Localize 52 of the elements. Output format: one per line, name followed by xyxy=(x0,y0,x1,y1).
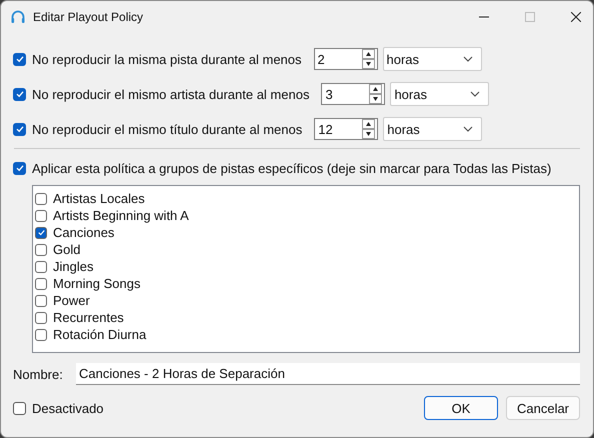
checkbox[interactable] xyxy=(13,122,26,136)
ok-button[interactable]: OK xyxy=(424,396,498,420)
headphones-icon xyxy=(10,8,26,24)
group-label[interactable]: Jingles xyxy=(53,259,94,274)
spin-arrows-icon[interactable] xyxy=(362,119,376,139)
spin-arrows-icon[interactable] xyxy=(369,84,382,104)
group-label[interactable]: Artistas Locales xyxy=(53,191,145,206)
group-label[interactable]: Gold xyxy=(53,242,80,257)
checkbox[interactable] xyxy=(35,294,47,306)
window-title: Editar Playout Policy xyxy=(33,10,144,24)
number-spinner[interactable]: 3 xyxy=(321,83,386,105)
number-spinner[interactable]: 2 xyxy=(314,48,378,70)
checkbox[interactable] xyxy=(35,328,47,340)
close-icon[interactable] xyxy=(571,12,581,22)
cancel-button[interactable]: Cancelar xyxy=(506,396,580,420)
checkbox[interactable] xyxy=(35,312,47,324)
checkbox[interactable] xyxy=(35,260,47,272)
checkbox[interactable] xyxy=(35,244,47,256)
rule-label: No reproducir el mismo título durante al menos xyxy=(32,122,302,136)
apply-label: Aplicar esta política a grupos de pistas específicos (deje sin marcar para Todas las Pistas) xyxy=(32,160,552,176)
chevron-down-icon xyxy=(463,126,474,132)
check-icon xyxy=(14,163,24,173)
name-label: Nombre: xyxy=(13,366,64,382)
group-label[interactable]: Artists Beginning with A xyxy=(53,208,189,223)
group-label[interactable]: Power xyxy=(53,293,90,308)
check-icon xyxy=(14,124,24,134)
check-icon xyxy=(14,54,24,64)
check-icon xyxy=(36,228,46,237)
group-label[interactable]: Recurrentes xyxy=(53,310,124,325)
checkbox[interactable] xyxy=(35,210,47,222)
disabled-label: Desactivado xyxy=(32,400,104,416)
group-label[interactable]: Canciones xyxy=(53,225,114,240)
unit-dropdown[interactable]: horas xyxy=(382,47,482,71)
checkbox[interactable] xyxy=(13,162,26,174)
group-label[interactable]: Rotación Diurna xyxy=(53,327,146,342)
spin-arrows-icon[interactable] xyxy=(362,49,375,69)
name-field[interactable]: Canciones - 2 Horas de Separación xyxy=(76,363,580,385)
checkbox[interactable] xyxy=(13,88,26,100)
group-label[interactable]: Morning Songs xyxy=(53,276,140,291)
check-icon xyxy=(14,89,24,99)
checkbox[interactable] xyxy=(35,192,47,204)
checkbox[interactable] xyxy=(35,226,47,238)
number-spinner[interactable]: 12 xyxy=(314,118,378,140)
checkbox[interactable] xyxy=(13,52,26,66)
unit-dropdown[interactable]: horas xyxy=(383,117,482,141)
rule-label: No reproducir el mismo artista durante al menos xyxy=(32,86,310,102)
rule-label: No reproducir la misma pista durante al menos xyxy=(32,52,302,66)
checkbox[interactable] xyxy=(13,402,26,414)
chevron-down-icon xyxy=(462,56,473,62)
unit-dropdown[interactable]: horas xyxy=(390,82,490,106)
chevron-down-icon xyxy=(470,91,480,97)
checkbox[interactable] xyxy=(35,278,47,290)
